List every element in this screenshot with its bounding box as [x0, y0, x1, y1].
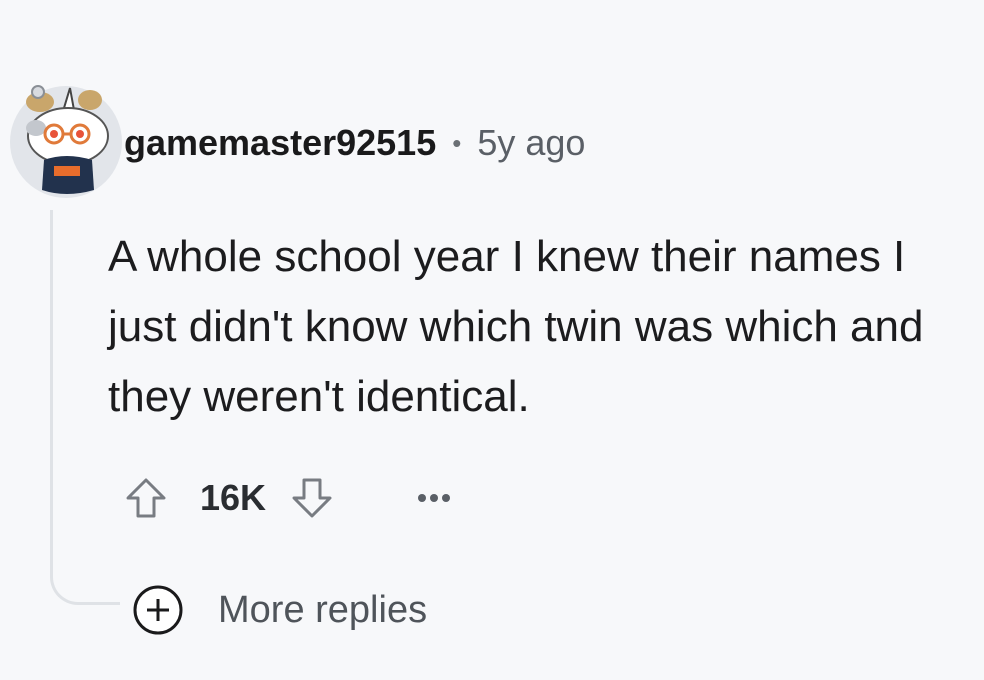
downvote-arrow-icon — [292, 478, 332, 518]
username-link[interactable]: gamemaster92515 — [124, 116, 436, 170]
separator-dot: • — [452, 128, 462, 158]
more-replies-button[interactable]: More replies — [132, 582, 427, 638]
more-options-button[interactable] — [406, 470, 462, 526]
upvote-button[interactable] — [118, 470, 174, 526]
comment-body: A whole school year I knew their names I… — [108, 232, 924, 421]
ellipsis-icon — [418, 494, 451, 502]
comment-age: 5y ago — [477, 122, 586, 163]
snoo-avatar-icon[interactable] — [8, 84, 124, 200]
more-replies-label: More replies — [218, 588, 428, 631]
comment-actions: 16K — [118, 470, 462, 526]
plus-circle-icon — [132, 584, 184, 636]
upvote-arrow-icon — [126, 478, 166, 518]
downvote-button[interactable] — [284, 470, 340, 526]
vote-score: 16K — [200, 477, 267, 518]
comment-header: gamemaster92515 • 5y ago — [124, 116, 585, 170]
